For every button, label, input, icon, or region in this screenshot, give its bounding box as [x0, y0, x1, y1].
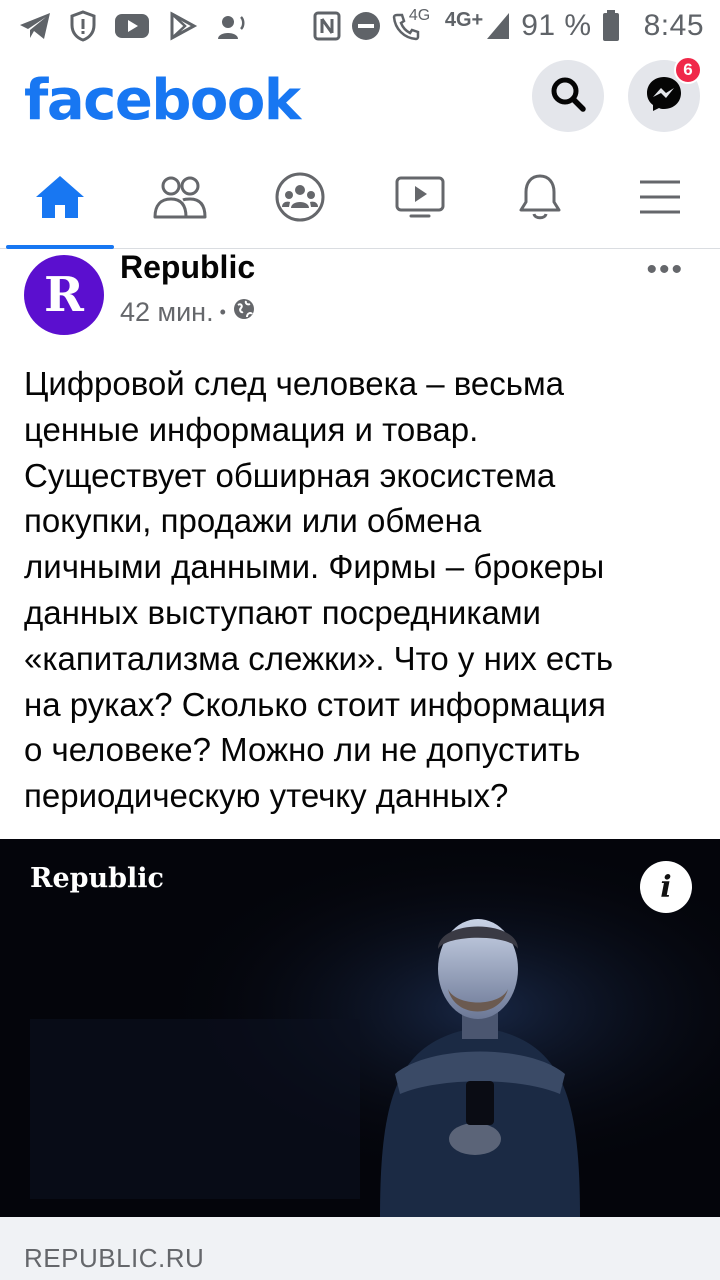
post-more-button[interactable]: ••• — [646, 253, 684, 287]
nfc-icon — [313, 11, 341, 41]
friends-icon — [153, 175, 207, 224]
messenger-button[interactable]: 6 — [628, 56, 702, 132]
status-bar: 4G 4G+ 91 % 8:45 — [0, 0, 720, 50]
globe-icon — [232, 297, 256, 328]
tab-bar — [0, 150, 720, 249]
image-overlay-logo: Republic — [30, 863, 164, 894]
signal-icon — [485, 11, 511, 41]
author-name[interactable]: Republic — [120, 249, 255, 286]
play-store-icon — [168, 11, 198, 41]
post-text-line: периодическую утечку данных? — [24, 777, 509, 815]
messenger-badge: 6 — [674, 56, 702, 84]
link-domain: REPUBLIC.RU — [24, 1243, 205, 1273]
app-header: facebook 6 — [0, 50, 720, 150]
bell-icon — [517, 172, 563, 227]
post-text-line: о человеке? Можно ли не допустить — [24, 731, 581, 769]
active-tab-indicator — [6, 245, 114, 249]
post-text-line: «капитализма слежки». Что у них есть — [24, 639, 614, 677]
post-meta: 42 мин. • — [120, 297, 256, 328]
meta-separator: • — [219, 302, 226, 322]
video-icon — [395, 176, 445, 223]
tab-menu[interactable] — [600, 150, 720, 248]
post-text-line: на руках? Сколько стоит информация — [24, 685, 606, 723]
tab-notifications[interactable] — [480, 150, 600, 248]
home-icon — [34, 173, 86, 226]
tab-home[interactable] — [0, 150, 120, 249]
battery-percent: 91 % — [521, 9, 592, 42]
author-avatar[interactable]: R — [24, 255, 104, 335]
tab-watch[interactable] — [360, 150, 480, 248]
search-icon — [548, 74, 588, 119]
tab-groups[interactable] — [240, 150, 360, 248]
telegram-icon — [18, 11, 52, 41]
post-text-line: личными данными. Фирмы – брокеры — [24, 548, 605, 586]
photo-man-with-phone — [0, 839, 720, 1217]
wifi-calling-icon: 4G — [391, 7, 430, 41]
call-network-label: 4G — [408, 7, 431, 24]
groups-icon — [274, 171, 326, 228]
post-text-line: ценные информация и товар. — [24, 410, 479, 448]
network-type: 4G+ — [444, 8, 484, 31]
post-text-line: покупки, продажи или обмена — [24, 502, 482, 540]
search-button[interactable] — [532, 60, 604, 132]
post-text-line: Цифровой след человека – весьма — [24, 365, 565, 402]
facebook-logo[interactable]: facebook — [24, 68, 301, 133]
post-text-line: данных выступают посредниками — [24, 593, 541, 631]
info-button[interactable]: i — [640, 861, 692, 913]
cast-icon — [216, 11, 248, 41]
battery-icon — [602, 10, 620, 42]
post-text-line: Существует обширная экосистема — [24, 456, 556, 494]
hamburger-icon — [638, 179, 682, 220]
shield-alert-icon — [70, 10, 96, 42]
post-time[interactable]: 42 мин. — [120, 297, 214, 328]
tab-friends[interactable] — [120, 150, 240, 248]
post-text: Цифровой след человека – весьма ценные и… — [24, 361, 704, 819]
do-not-disturb-icon — [351, 11, 381, 41]
link-preview-footer[interactable]: REPUBLIC.RU — [0, 1217, 720, 1280]
clock: 8:45 — [643, 9, 704, 42]
link-preview-image[interactable]: Republic i — [0, 839, 720, 1217]
youtube-icon — [114, 13, 150, 39]
